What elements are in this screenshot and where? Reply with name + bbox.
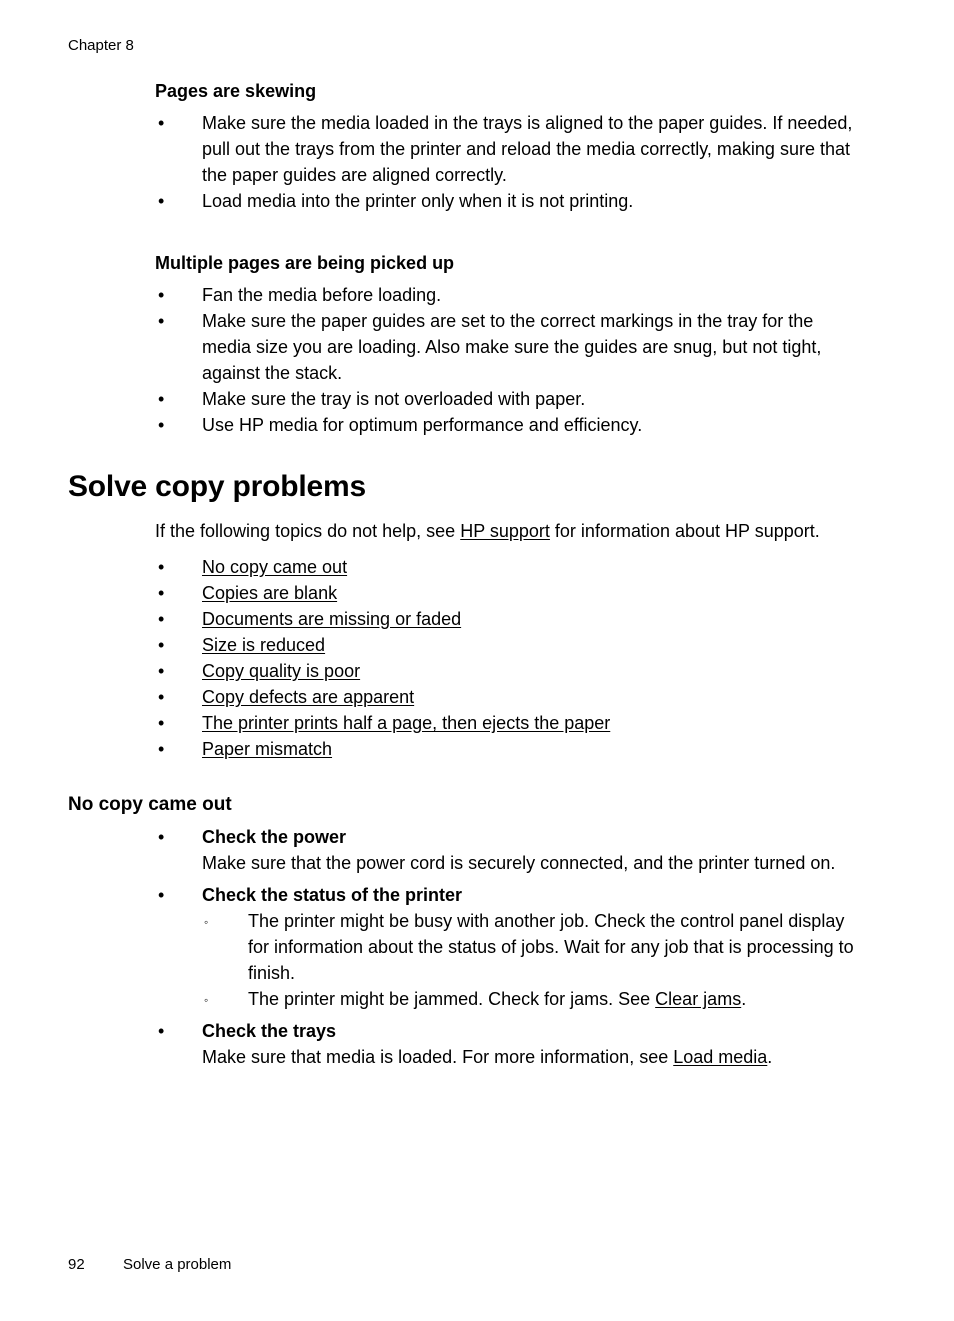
list-check-status: • Check the status of the printer: [0, 882, 954, 908]
list-item-text-after-link: .: [741, 989, 747, 1009]
heading-multiple-pages-picked-up: Multiple pages are being picked up: [155, 253, 455, 273]
bullet-icon: •: [158, 389, 165, 409]
page-footer: 92 Solve a problem: [68, 1255, 868, 1275]
body-text-after-link: .: [767, 1047, 773, 1067]
bullet-icon: •: [158, 609, 165, 629]
hollow-bullet-icon: ◦: [204, 915, 209, 929]
list-item: • Use HP media for optimum performance a…: [155, 412, 867, 438]
link-no-copy-came-out[interactable]: No copy came out: [202, 557, 347, 577]
term-check-the-power: Check the power: [202, 827, 347, 847]
bullet-icon: •: [158, 635, 165, 655]
hollow-bullet-icon: ◦: [204, 993, 209, 1007]
intro-text-after-link: for information about HP support.: [549, 521, 820, 541]
list-item: • Fan the media before loading.: [155, 282, 867, 308]
bullet-icon: •: [158, 687, 165, 707]
list-item-text: The printer might be busy with another j…: [248, 911, 854, 983]
list-item-text-before-link: The printer might be jammed. Check for j…: [248, 989, 656, 1009]
running-header-chapter: Chapter 8: [68, 37, 134, 54]
bullet-icon: •: [158, 739, 165, 759]
body-check-the-trays: Make sure that media is loaded. For more…: [202, 1044, 867, 1070]
solve-copy-problems-intro: If the following topics do not help, see…: [155, 518, 867, 544]
link-copy-quality-is-poor[interactable]: Copy quality is poor: [202, 661, 360, 681]
list-item-text: Make sure the tray is not overloaded wit…: [202, 389, 586, 409]
list-item: • Copy defects are apparent: [155, 684, 867, 710]
page-content: Pages are skewing • Make sure the media …: [0, 78, 954, 1070]
bullet-icon: •: [158, 285, 165, 305]
list-item: • Documents are missing or faded: [155, 606, 867, 632]
list-item: • No copy came out: [155, 554, 867, 580]
bullet-icon: •: [158, 1021, 165, 1041]
page-title: Solve copy problems: [68, 470, 366, 503]
list-item: ◦ The printer might be busy with another…: [202, 908, 867, 986]
body-text-before-link: Make sure that media is loaded. For more…: [202, 1047, 674, 1067]
link-load-media[interactable]: Load media: [673, 1047, 767, 1067]
list-item: • Make sure the paper guides are set to …: [155, 308, 867, 386]
bullet-icon: •: [158, 827, 165, 847]
bullet-icon: •: [158, 661, 165, 681]
list-item: • Size is reduced: [155, 632, 867, 658]
list-item: • Make sure the tray is not overloaded w…: [155, 386, 867, 412]
list-item-text: Make sure the media loaded in the trays …: [202, 113, 853, 185]
bullet-icon: •: [158, 885, 165, 905]
list-item-text: Use HP media for optimum performance and…: [202, 415, 643, 435]
link-clear-jams[interactable]: Clear jams: [655, 989, 741, 1009]
list-item: • The printer prints half a page, then e…: [155, 710, 867, 736]
list-item: • Load media into the printer only when …: [155, 188, 867, 214]
footer-page-number: 92: [68, 1256, 85, 1273]
term-check-the-trays: Check the trays: [202, 1021, 337, 1041]
list-copy-problem-topics: • No copy came out • Copies are blank • …: [0, 554, 954, 762]
document-page: Chapter 8 Pages are skewing • Make sure …: [0, 0, 954, 1321]
intro-text-before-link: If the following topics do not help, see: [155, 521, 461, 541]
sublist-check-status: ◦ The printer might be busy with another…: [0, 908, 954, 1012]
heading-no-copy-came-out: No copy came out: [68, 794, 232, 815]
list-no-copy-came-out: • Check the power: [0, 824, 954, 850]
link-copies-are-blank[interactable]: Copies are blank: [202, 583, 337, 603]
link-hp-support[interactable]: HP support: [460, 521, 550, 541]
bullet-icon: •: [158, 311, 165, 331]
link-documents-are-missing-or-faded[interactable]: Documents are missing or faded: [202, 609, 461, 629]
list-item: • Check the power: [155, 824, 867, 850]
list-multiple-pages-picked-up: • Fan the media before loading. • Make s…: [0, 282, 954, 438]
heading-pages-are-skewing: Pages are skewing: [155, 81, 317, 101]
body-check-the-power: Make sure that the power cord is securel…: [202, 853, 836, 873]
list-item: • Check the trays: [155, 1018, 867, 1044]
bullet-icon: •: [158, 113, 165, 133]
list-item-text: Fan the media before loading.: [202, 285, 442, 305]
list-item: • Paper mismatch: [155, 736, 867, 762]
list-item-text: Make sure the paper guides are set to th…: [202, 311, 822, 383]
bullet-icon: •: [158, 713, 165, 733]
bullet-icon: •: [158, 415, 165, 435]
list-item: • Check the status of the printer: [155, 882, 867, 908]
link-paper-mismatch[interactable]: Paper mismatch: [202, 739, 332, 759]
list-item-text: Load media into the printer only when it…: [202, 191, 634, 211]
link-printer-prints-half-a-page[interactable]: The printer prints half a page, then eje…: [202, 713, 610, 733]
list-check-trays: • Check the trays: [0, 1018, 954, 1044]
list-item: • Copies are blank: [155, 580, 867, 606]
footer-section-title: Solve a problem: [123, 1256, 232, 1273]
bullet-icon: •: [158, 191, 165, 211]
list-item: ◦ The printer might be jammed. Check for…: [202, 986, 867, 1012]
link-size-is-reduced[interactable]: Size is reduced: [202, 635, 325, 655]
bullet-icon: •: [158, 557, 165, 577]
list-item: • Copy quality is poor: [155, 658, 867, 684]
bullet-icon: •: [158, 583, 165, 603]
term-check-the-status-of-the-printer: Check the status of the printer: [202, 885, 463, 905]
list-item: • Make sure the media loaded in the tray…: [155, 110, 867, 188]
link-copy-defects-are-apparent[interactable]: Copy defects are apparent: [202, 687, 414, 707]
list-pages-are-skewing: • Make sure the media loaded in the tray…: [0, 110, 954, 214]
